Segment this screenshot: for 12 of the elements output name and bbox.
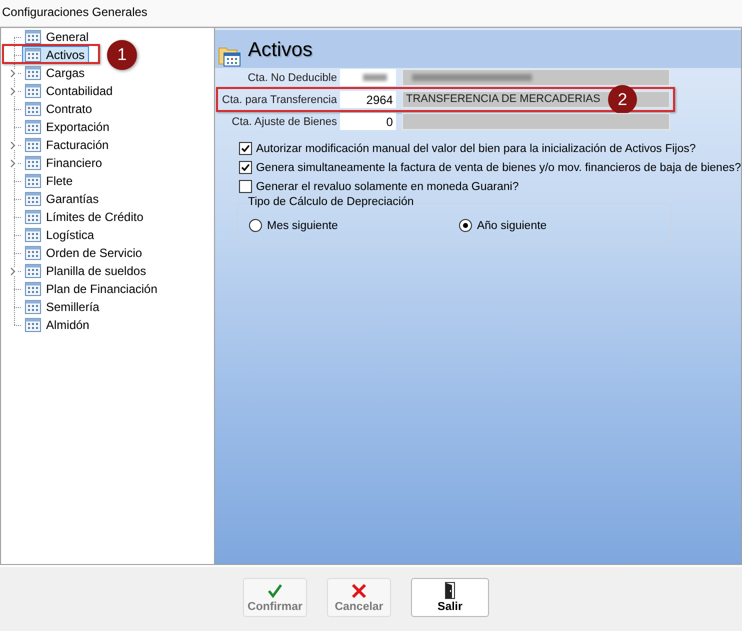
checkbox-label: Genera simultaneamente la factura de venta de bienes y/o mov. financieros de baja de bienes?	[256, 162, 741, 174]
field-label: Cta. Ajuste de Bienes	[230, 116, 337, 128]
radio-label: Mes siguiente	[266, 220, 338, 232]
field-label: Cta. para Transferencia	[221, 94, 337, 106]
group-title: Tipo de Cálculo de Depreciación	[248, 196, 414, 208]
field-label: Cta. No Deducible	[246, 72, 337, 84]
checkbox-label: Generar el revaluo solamente en moneda Guarani?	[256, 180, 519, 192]
checkbox-label: Autorizar modificación manual del valor del bien para la inicialización de Activos Fijos?	[256, 142, 696, 154]
window-title: Configuraciones Generales	[2, 5, 148, 19]
callout-tooltip: 1	[107, 40, 137, 70]
radio-label: Año siguiente	[476, 220, 547, 232]
panel-title: Activos	[248, 39, 312, 63]
